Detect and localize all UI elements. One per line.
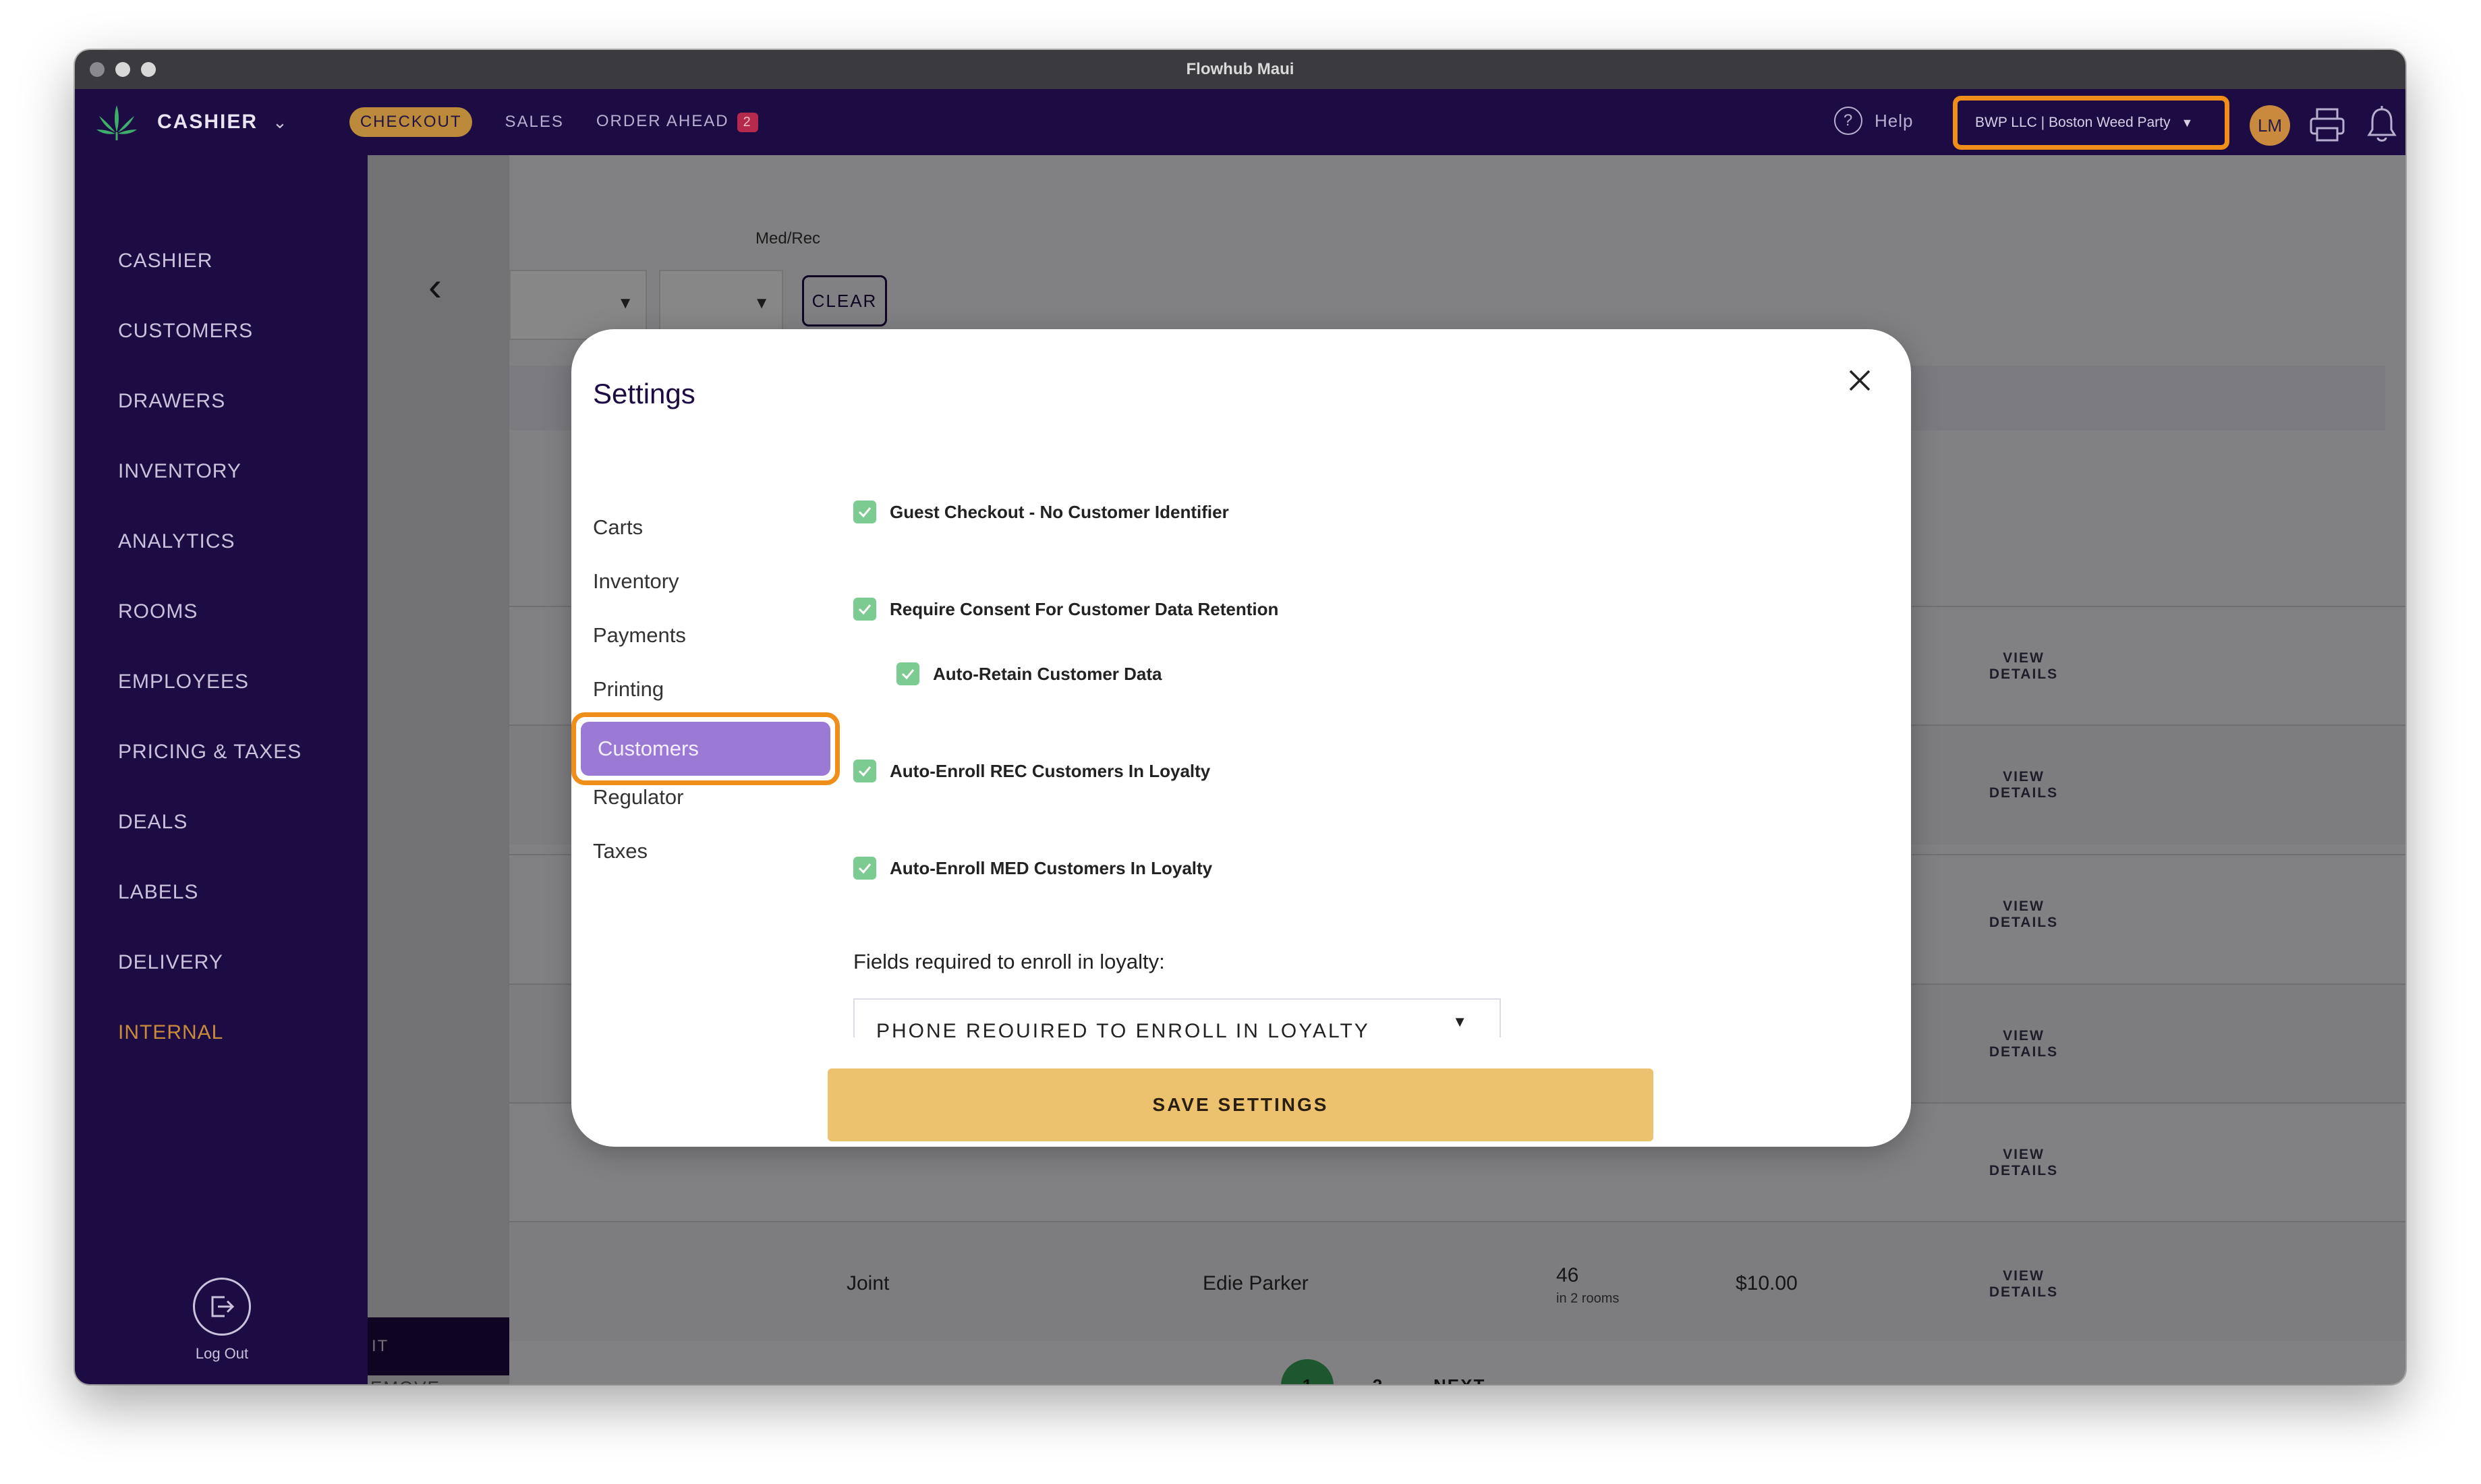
auto-enroll-rec-option[interactable]: Auto-Enroll REC Customers In Loyalty <box>853 760 1210 782</box>
sidebar-item-rooms[interactable]: ROOMS <box>118 600 198 623</box>
checkbox-checked-icon[interactable] <box>853 598 876 621</box>
sidebar-item-labels[interactable]: LABELS <box>118 881 198 904</box>
logout-button[interactable]: Log Out <box>193 1278 251 1363</box>
modal-title: Settings <box>593 378 695 409</box>
settings-nav-carts[interactable]: Carts <box>593 515 643 540</box>
settings-nav-payments[interactable]: Payments <box>593 623 686 648</box>
top-navigation: CASHIER ⌄ CHECKOUT SALES ORDER AHEAD 2 ? … <box>75 89 2405 155</box>
app-switcher[interactable]: CASHIER ⌄ <box>95 103 287 142</box>
tab-sales[interactable]: SALES <box>505 113 563 132</box>
checkbox-checked-icon[interactable] <box>853 857 876 880</box>
settings-nav-printing[interactable]: Printing <box>593 677 664 702</box>
settings-nav-customers-label: Customers <box>581 722 830 776</box>
auto-enroll-med-label: Auto-Enroll MED Customers In Loyalty <box>890 857 1213 878</box>
chevron-down-icon: ⌄ <box>273 111 287 132</box>
tab-order-ahead-label: ORDER AHEAD <box>596 112 729 131</box>
sidebar-item-drawers[interactable]: DRAWERS <box>118 390 225 413</box>
save-settings-button[interactable]: SAVE SETTINGS <box>828 1068 1653 1141</box>
store-selector[interactable]: BWP LLC | Boston Weed Party ▼ <box>1953 96 2229 150</box>
loyalty-fields-label: Fields required to enroll in loyalty: <box>853 950 1165 973</box>
settings-nav-taxes[interactable]: Taxes <box>593 839 648 863</box>
caret-down-icon: ▼ <box>2181 115 2194 130</box>
app-label: CASHIER <box>157 111 258 133</box>
tab-order-ahead[interactable]: ORDER AHEAD 2 <box>596 112 758 132</box>
caret-down-icon: ▼ <box>1452 1013 1467 1030</box>
settings-nav-inventory[interactable]: Inventory <box>593 569 679 594</box>
sidebar-item-customers[interactable]: CUSTOMERS <box>118 320 253 343</box>
checkbox-checked-icon[interactable] <box>853 760 876 782</box>
sidebar-item-employees[interactable]: EMPLOYEES <box>118 670 249 693</box>
title-bar: Flowhub Maui <box>75 50 2405 89</box>
store-selector-value: BWP LLC | Boston Weed Party <box>1975 115 2171 130</box>
auto-retain-label: Auto-Retain Customer Data <box>933 663 1162 684</box>
window-title: Flowhub Maui <box>1186 60 1294 78</box>
window-controls[interactable] <box>90 62 156 77</box>
require-consent-label: Require Consent For Customer Data Retent… <box>890 598 1279 619</box>
settings-nav-regulator[interactable]: Regulator <box>593 785 683 809</box>
app-window: Flowhub Maui CASHIER ⌄ CHECKOUT SALES OR… <box>75 50 2405 1384</box>
settings-nav-customers[interactable]: Customers <box>571 712 840 785</box>
checkbox-checked-icon[interactable] <box>853 501 876 523</box>
sidebar-item-delivery[interactable]: DELIVERY <box>118 951 223 974</box>
auto-retain-option[interactable]: Auto-Retain Customer Data <box>896 662 1162 685</box>
guest-checkout-label: Guest Checkout - No Customer Identifier <box>890 501 1229 522</box>
logout-icon <box>193 1278 251 1336</box>
logout-label: Log Out <box>195 1345 249 1362</box>
help-icon: ? <box>1834 107 1862 135</box>
bell-icon[interactable] <box>2367 105 2397 143</box>
guest-checkout-option[interactable]: Guest Checkout - No Customer Identifier <box>853 501 1229 523</box>
help-link[interactable]: ? Help <box>1834 107 1913 135</box>
help-label: Help <box>1875 110 1914 131</box>
sidebar-item-inventory[interactable]: INVENTORY <box>118 460 241 483</box>
user-avatar[interactable]: LM <box>2250 105 2290 146</box>
printer-icon[interactable] <box>2309 107 2345 143</box>
loyalty-requirement-value: PHONE REQUIRED TO ENROLL IN LOYALTY <box>876 1020 1370 1037</box>
sidebar-item-pricing-taxes[interactable]: PRICING & TAXES <box>118 741 302 764</box>
sidebar-item-cashier[interactable]: CASHIER <box>118 250 212 273</box>
tab-checkout[interactable]: CHECKOUT <box>349 107 473 137</box>
cannabis-logo-icon <box>96 105 137 140</box>
close-window-button[interactable] <box>90 62 105 77</box>
auto-enroll-rec-label: Auto-Enroll REC Customers In Loyalty <box>890 760 1211 781</box>
close-icon[interactable] <box>1844 364 1876 397</box>
settings-modal: Settings Carts Inventory Payments Printi… <box>571 329 1911 1147</box>
order-ahead-count-badge: 2 <box>737 112 758 132</box>
sidebar-item-deals[interactable]: DEALS <box>118 811 188 834</box>
sidebar-item-internal[interactable]: INTERNAL <box>118 1021 223 1044</box>
checkbox-checked-icon[interactable] <box>896 662 919 685</box>
maximize-window-button[interactable] <box>141 62 156 77</box>
auto-enroll-med-option[interactable]: Auto-Enroll MED Customers In Loyalty <box>853 857 1212 880</box>
sidebar-item-analytics[interactable]: ANALYTICS <box>118 530 235 553</box>
require-consent-option[interactable]: Require Consent For Customer Data Retent… <box>853 598 1278 621</box>
loyalty-requirement-select[interactable]: PHONE REQUIRED TO ENROLL IN LOYALTY ▼ <box>853 998 1501 1037</box>
sidebar: CASHIER CUSTOMERS DRAWERS INVENTORY ANAL… <box>75 155 368 1384</box>
minimize-window-button[interactable] <box>115 62 130 77</box>
